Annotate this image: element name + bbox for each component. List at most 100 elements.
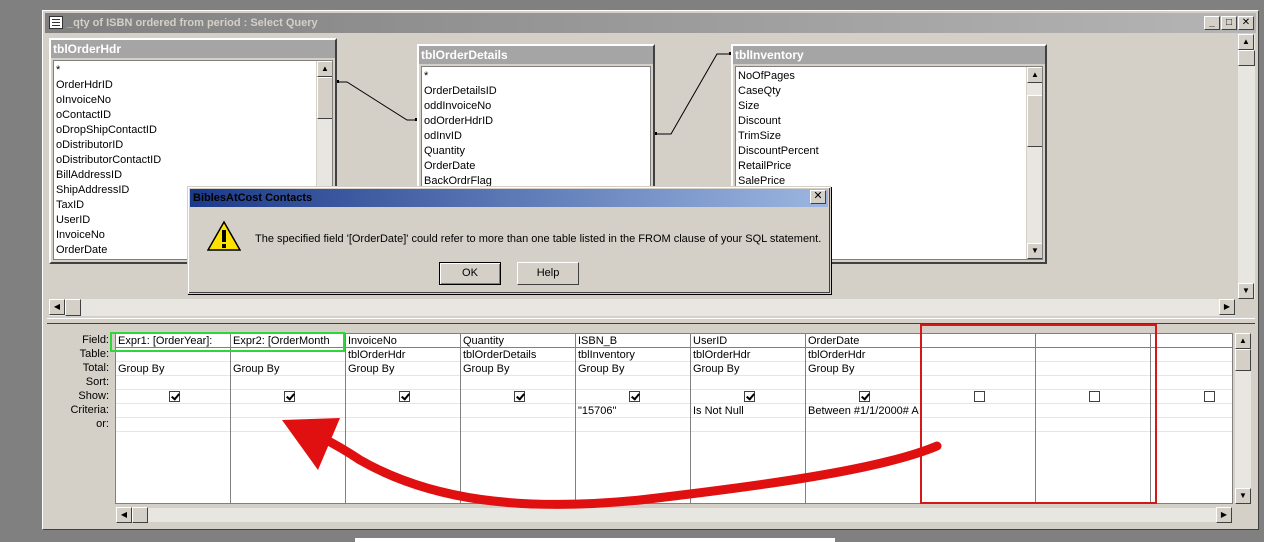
total-cell[interactable]: Group By <box>691 362 805 376</box>
or-cell[interactable] <box>691 418 805 432</box>
show-checkbox[interactable] <box>1203 391 1215 403</box>
scroll-up-arrow-icon[interactable]: ▲ <box>1238 34 1254 50</box>
criteria-cell[interactable]: Is Not Null <box>691 404 805 418</box>
field-item[interactable]: odInvID <box>424 129 632 144</box>
show-cell[interactable] <box>116 390 230 404</box>
or-cell[interactable] <box>116 418 230 432</box>
field-cell[interactable]: InvoiceNo <box>346 334 460 348</box>
show-cell[interactable] <box>806 390 920 404</box>
show-checkbox[interactable] <box>513 391 525 403</box>
criteria-cell[interactable]: "15706" <box>576 404 690 418</box>
table-header[interactable]: tblInventory <box>733 46 1045 64</box>
sort-cell[interactable] <box>806 376 920 390</box>
show-checkbox[interactable] <box>858 391 870 403</box>
field-item[interactable]: oInvoiceNo <box>56 93 314 108</box>
show-cell[interactable] <box>691 390 805 404</box>
table-cell[interactable]: tblInventory <box>576 348 690 362</box>
scroll-right-arrow-icon[interactable]: ▶ <box>1219 299 1235 315</box>
query-icon[interactable] <box>49 16 63 29</box>
table-cell[interactable]: tblOrderDetails <box>461 348 575 362</box>
show-checkbox[interactable] <box>168 391 180 403</box>
field-item[interactable]: OrderDate <box>424 159 632 174</box>
table-header[interactable]: tblOrderHdr <box>51 40 335 58</box>
scroll-up-arrow-icon[interactable]: ▲ <box>317 61 332 77</box>
field-item[interactable]: OrderDetailsID <box>424 84 632 99</box>
sort-cell[interactable] <box>576 376 690 390</box>
field-cell[interactable]: OrderDate <box>806 334 920 348</box>
criteria-cell[interactable] <box>116 404 230 418</box>
sort-cell[interactable] <box>461 376 575 390</box>
minimize-button[interactable]: _ <box>1204 16 1220 30</box>
maximize-button[interactable]: □ <box>1221 16 1237 30</box>
scroll-down-arrow-icon[interactable]: ▼ <box>1235 488 1251 504</box>
scroll-thumb[interactable] <box>317 77 332 119</box>
sort-cell[interactable] <box>116 376 230 390</box>
total-cell[interactable]: Group By <box>806 362 920 376</box>
scroll-thumb[interactable] <box>1238 50 1255 66</box>
show-cell[interactable] <box>1151 390 1232 404</box>
scroll-up-arrow-icon[interactable]: ▲ <box>1235 333 1251 349</box>
or-cell[interactable] <box>576 418 690 432</box>
or-cell[interactable] <box>231 418 345 432</box>
window-title-bar[interactable]: _qty of ISBN ordered from period : Selec… <box>45 13 1256 33</box>
sort-cell[interactable] <box>231 376 345 390</box>
sort-cell[interactable] <box>691 376 805 390</box>
show-cell[interactable] <box>576 390 690 404</box>
total-cell[interactable] <box>1151 362 1232 376</box>
field-item[interactable]: TrimSize <box>738 129 1024 144</box>
field-item[interactable]: Discount <box>738 114 1024 129</box>
scroll-up-arrow-icon[interactable]: ▲ <box>1027 67 1042 83</box>
grid-vertical-scrollbar[interactable]: ▲ ▼ <box>1235 333 1251 504</box>
table-header[interactable]: tblOrderDetails <box>419 46 653 64</box>
show-cell[interactable] <box>461 390 575 404</box>
scroll-left-arrow-icon[interactable]: ◀ <box>49 299 65 315</box>
or-cell[interactable] <box>461 418 575 432</box>
field-item[interactable]: oddInvoiceNo <box>424 99 632 114</box>
total-cell[interactable]: Group By <box>231 362 345 376</box>
field-item[interactable]: * <box>56 63 314 78</box>
table-cell[interactable] <box>1151 348 1232 362</box>
grid-column[interactable]: Expr1: [OrderYear]: Group By <box>116 334 231 503</box>
field-item[interactable]: DiscountPercent <box>738 144 1024 159</box>
show-cell[interactable] <box>231 390 345 404</box>
field-cell[interactable]: ISBN_B <box>576 334 690 348</box>
field-list-scrollbar[interactable]: ▲ ▼ <box>1026 67 1042 259</box>
criteria-cell[interactable]: Between #1/1/2000# A <box>806 404 920 418</box>
scroll-left-arrow-icon[interactable]: ◀ <box>116 507 132 523</box>
table-cell[interactable]: tblOrderHdr <box>691 348 805 362</box>
design-pane-horizontal-scrollbar[interactable]: ◀ ▶ <box>49 299 1235 316</box>
field-list[interactable]: * OrderDetailsID oddInvoiceNo odOrderHdrID o… <box>421 66 651 198</box>
scroll-thumb[interactable] <box>1235 349 1251 371</box>
design-pane-vertical-scrollbar[interactable]: ▲ ▼ <box>1238 34 1255 299</box>
field-cell[interactable] <box>1151 334 1232 348</box>
total-cell[interactable]: Group By <box>461 362 575 376</box>
show-cell[interactable] <box>346 390 460 404</box>
field-item[interactable]: odOrderHdrID <box>424 114 632 129</box>
grid-column[interactable]: OrderDate tblOrderHdr Group By Between #1/1… <box>806 334 921 503</box>
table-cell[interactable]: tblOrderHdr <box>346 348 460 362</box>
show-checkbox[interactable] <box>743 391 755 403</box>
field-item[interactable]: oDistributorContactID <box>56 153 314 168</box>
or-cell[interactable] <box>806 418 920 432</box>
scroll-down-arrow-icon[interactable]: ▼ <box>1238 283 1254 299</box>
total-cell[interactable]: Group By <box>576 362 690 376</box>
sort-cell[interactable] <box>1151 376 1232 390</box>
field-cell[interactable]: Quantity <box>461 334 575 348</box>
grid-column[interactable]: InvoiceNo tblOrderHdr Group By <box>346 334 461 503</box>
table-tblOrderDetails[interactable]: tblOrderDetails * OrderDetailsID oddInvoic… <box>417 44 655 202</box>
criteria-cell[interactable] <box>231 404 345 418</box>
total-cell[interactable]: Group By <box>346 362 460 376</box>
dialog-title-bar[interactable]: BiblesAtCost Contacts <box>190 189 828 207</box>
show-checkbox[interactable] <box>398 391 410 403</box>
dialog-close-button[interactable]: ✕ <box>810 190 826 204</box>
or-cell[interactable] <box>346 418 460 432</box>
ok-button[interactable]: OK <box>439 262 501 285</box>
close-button[interactable]: ✕ <box>1238 16 1254 30</box>
field-item[interactable]: Quantity <box>424 144 632 159</box>
field-cell[interactable]: UserID <box>691 334 805 348</box>
help-button[interactable]: Help <box>517 262 579 285</box>
field-item[interactable]: Size <box>738 99 1024 114</box>
criteria-cell[interactable] <box>461 404 575 418</box>
field-item[interactable]: * <box>424 69 632 84</box>
or-cell[interactable] <box>1151 418 1232 432</box>
